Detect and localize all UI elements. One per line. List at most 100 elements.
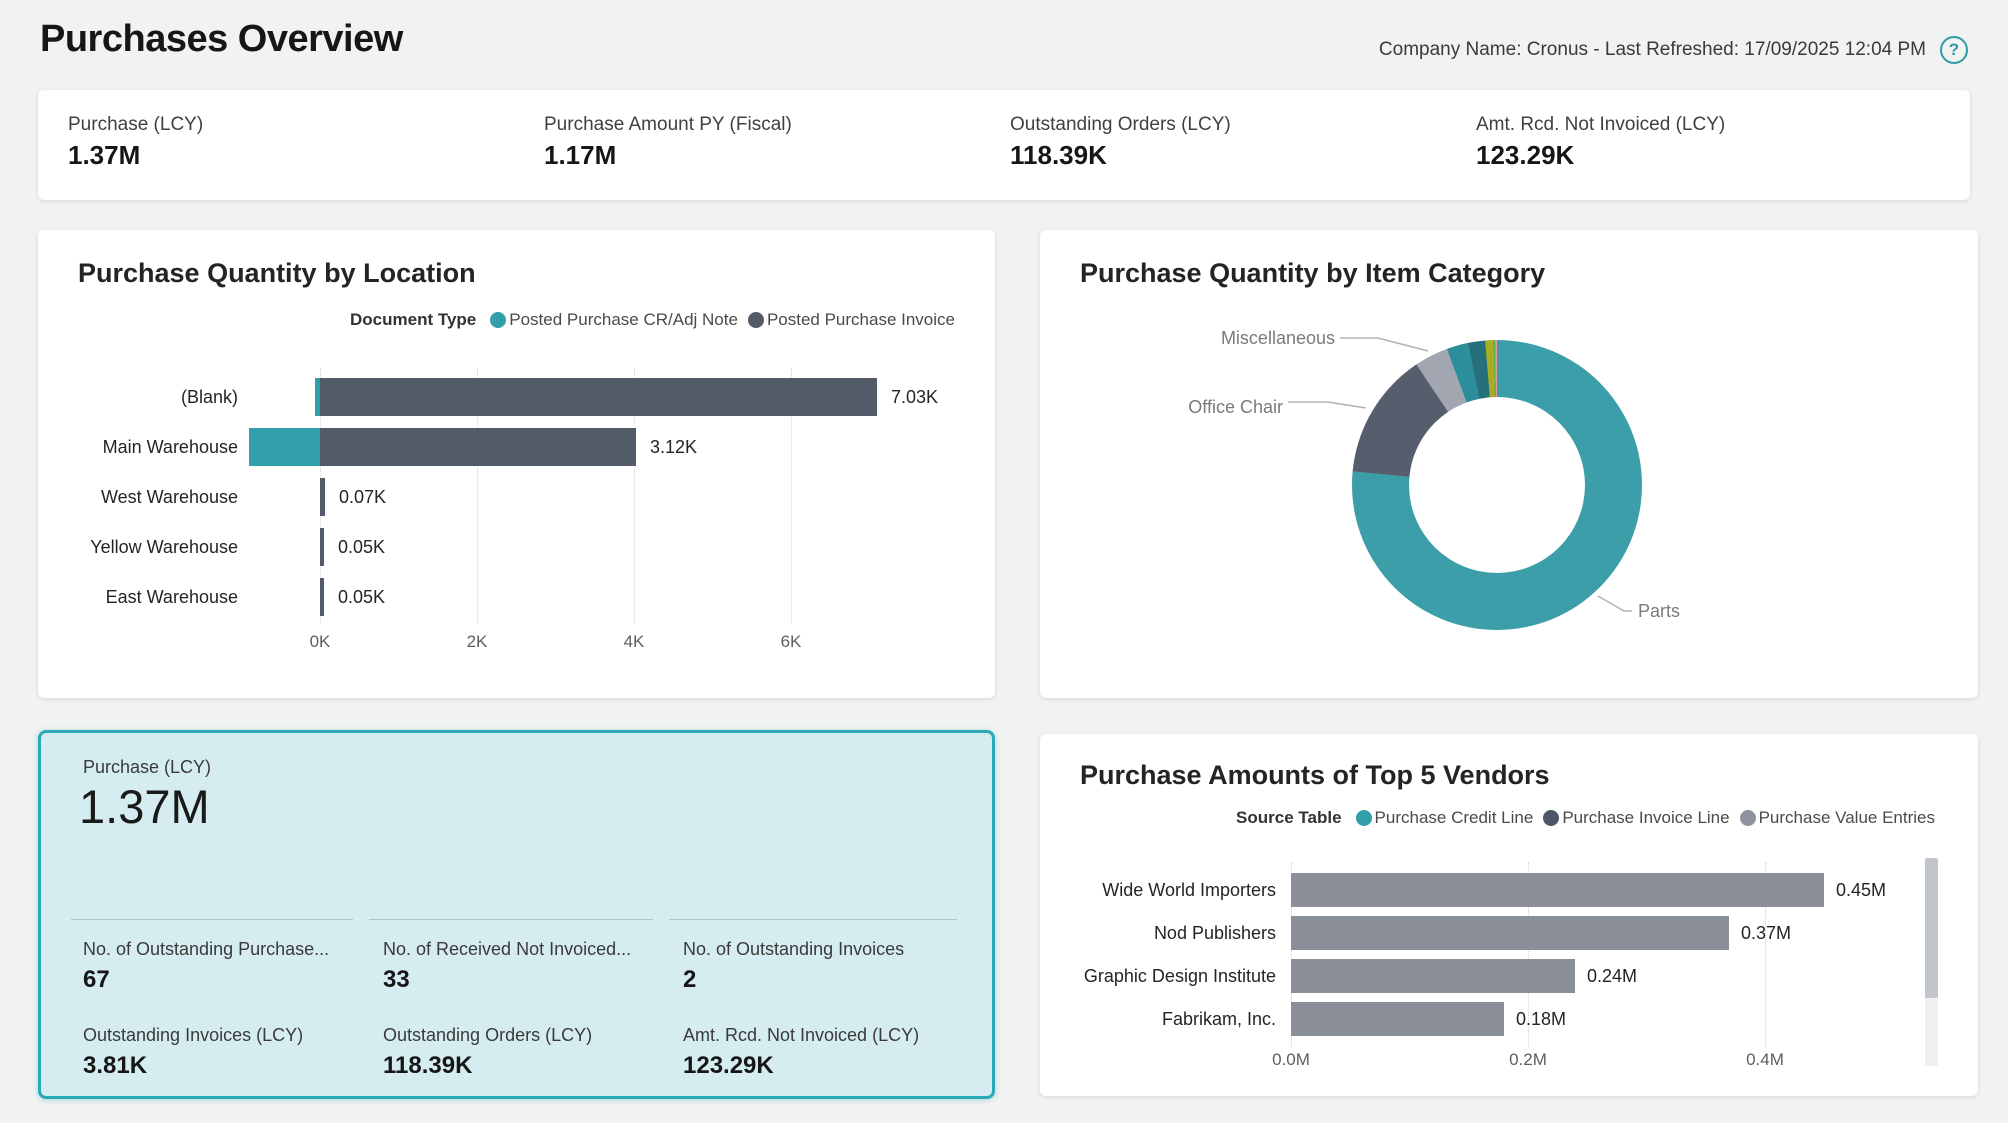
kpi-label: Purchase (LCY) (68, 114, 203, 136)
x-tick: 2K (437, 632, 517, 652)
kpi-label: Purchase Amount PY (Fiscal) (544, 114, 792, 136)
company-refresh-text: Company Name: Cronus - Last Refreshed: 1… (1379, 39, 1926, 61)
vendor-bar[interactable] (1291, 1002, 1504, 1036)
x-tick: 6K (751, 632, 831, 652)
bar-row-blank: (Blank) 7.03K (38, 378, 995, 416)
bar-value-label: 0.07K (339, 478, 386, 516)
x-tick: 0.2M (1488, 1050, 1568, 1070)
bar-row-graphic-design-institute: Graphic Design Institute 0.24M (1040, 959, 1978, 993)
divider (369, 919, 653, 920)
metric-amt-rcd-not-invoiced-lcy: Amt. Rcd. Not Invoiced (LCY) 123.29K (683, 1025, 963, 1080)
vendors-scrollbar-thumb[interactable] (1925, 858, 1938, 998)
bar-segment-invoice[interactable] (320, 528, 324, 566)
bar-row-nod-publishers: Nod Publishers 0.37M (1040, 916, 1978, 950)
location-chart-card: Purchase Quantity by Location Document T… (38, 230, 995, 698)
item-category-chart-card: Purchase Quantity by Item Category Misce… (1040, 230, 1978, 698)
bar-value-label: 0.45M (1836, 873, 1886, 907)
legend-item-cr-adj-note[interactable]: Posted Purchase CR/Adj Note (490, 310, 738, 330)
metric-outstanding-purchase-count: No. of Outstanding Purchase... 67 (83, 939, 363, 994)
bar-value-label: 0.18M (1516, 1002, 1566, 1036)
vendor-bar[interactable] (1291, 873, 1824, 907)
category-label: Main Warehouse (58, 428, 238, 466)
bar-row-west-warehouse: West Warehouse 0.07K (38, 478, 995, 516)
x-tick: 0K (280, 632, 360, 652)
page-title: Purchases Overview (40, 18, 403, 61)
legend-item-invoice[interactable]: Posted Purchase Invoice (748, 310, 955, 330)
bar-segment-invoice[interactable] (320, 428, 636, 466)
metric-outstanding-invoices-count: No. of Outstanding Invoices 2 (683, 939, 963, 994)
selected-card-value: 1.37M (79, 779, 210, 834)
vendors-legend: Source Table Purchase Credit Line Purcha… (1236, 808, 1935, 828)
divider (669, 919, 957, 920)
kpi-strip: Purchase (LCY) 1.37M Purchase Amount PY … (38, 90, 1970, 200)
bar-value-label: 7.03K (891, 378, 938, 416)
kpi-value: 123.29K (1476, 140, 1574, 171)
callout-office-chair: Office Chair (1103, 397, 1283, 418)
bar-value-label: 0.05K (338, 528, 385, 566)
location-legend: Document Type Posted Purchase CR/Adj Not… (350, 310, 955, 330)
vendor-label: Nod Publishers (1060, 916, 1276, 950)
kpi-value: 1.37M (68, 140, 140, 171)
x-tick: 0.0M (1251, 1050, 1331, 1070)
gray-dot-icon (1740, 810, 1756, 826)
kpi-label: Amt. Rcd. Not Invoiced (LCY) (1476, 114, 1725, 136)
kpi-value: 1.17M (544, 140, 616, 171)
legend-title: Document Type (350, 310, 476, 330)
bar-row-main-warehouse: Main Warehouse 3.12K (38, 428, 995, 466)
category-label: Yellow Warehouse (58, 528, 238, 566)
purchase-lcy-selected-card[interactable]: Purchase (LCY) 1.37M No. of Outstanding … (38, 730, 995, 1099)
category-label: East Warehouse (58, 578, 238, 616)
bar-segment-invoice[interactable] (320, 478, 325, 516)
legend-item-invoice-line[interactable]: Purchase Invoice Line (1543, 808, 1729, 828)
divider (71, 919, 353, 920)
bar-value-label: 0.37M (1741, 916, 1791, 950)
vendor-label: Fabrikam, Inc. (1060, 1002, 1276, 1036)
bar-value-label: 0.24M (1587, 959, 1637, 993)
kpi-label: Outstanding Orders (LCY) (1010, 114, 1231, 136)
category-label: (Blank) (58, 378, 238, 416)
vendor-bar[interactable] (1291, 916, 1729, 950)
purchases-overview-dashboard: Purchases Overview Company Name: Cronus … (0, 0, 2008, 1123)
category-label: West Warehouse (58, 478, 238, 516)
callout-parts: Parts (1638, 601, 1680, 622)
bar-value-label: 3.12K (650, 428, 697, 466)
teal-dot-icon (490, 312, 506, 328)
chart-title: Purchase Quantity by Item Category (1080, 258, 1545, 289)
metric-received-not-invoiced-count: No. of Received Not Invoiced... 33 (383, 939, 663, 994)
kpi-value: 118.39K (1010, 140, 1107, 171)
vendor-label: Graphic Design Institute (1060, 959, 1276, 993)
chart-title: Purchase Amounts of Top 5 Vendors (1080, 760, 1550, 791)
kpi-purchase-amount-py[interactable]: Purchase Amount PY (Fiscal) 1.17M (544, 90, 964, 200)
bar-row-east-warehouse: East Warehouse 0.05K (38, 578, 995, 616)
bar-row-fabrikam-inc: Fabrikam, Inc. 0.18M (1040, 1002, 1978, 1036)
bar-value-label: 0.05K (338, 578, 385, 616)
legend-item-credit-line[interactable]: Purchase Credit Line (1356, 808, 1534, 828)
vendors-scrollbar-track[interactable] (1925, 858, 1938, 1066)
vendor-label: Wide World Importers (1060, 873, 1276, 907)
legend-item-value-entries[interactable]: Purchase Value Entries (1740, 808, 1935, 828)
chart-title: Purchase Quantity by Location (78, 258, 476, 289)
metric-outstanding-invoices-lcy: Outstanding Invoices (LCY) 3.81K (83, 1025, 363, 1080)
bar-segment-cr-adj[interactable] (249, 428, 320, 466)
kpi-outstanding-orders[interactable]: Outstanding Orders (LCY) 118.39K (1010, 90, 1430, 200)
slate-dot-icon (748, 312, 764, 328)
bar-row-wide-world-importers: Wide World Importers 0.45M (1040, 873, 1978, 907)
x-tick: 4K (594, 632, 674, 652)
kpi-purchase-lcy[interactable]: Purchase (LCY) 1.37M (68, 90, 488, 200)
bar-segment-invoice[interactable] (320, 578, 324, 616)
help-icon[interactable]: ? (1940, 36, 1968, 64)
metric-outstanding-orders-lcy: Outstanding Orders (LCY) 118.39K (383, 1025, 663, 1080)
bar-row-yellow-warehouse: Yellow Warehouse 0.05K (38, 528, 995, 566)
header-right: Company Name: Cronus - Last Refreshed: 1… (1379, 36, 1968, 64)
bar-segment-invoice[interactable] (320, 378, 877, 416)
legend-title: Source Table (1236, 808, 1342, 828)
callout-miscellaneous: Miscellaneous (1135, 328, 1335, 349)
slate-dot-icon (1543, 810, 1559, 826)
kpi-amt-rcd-not-invoiced[interactable]: Amt. Rcd. Not Invoiced (LCY) 123.29K (1476, 90, 1896, 200)
x-tick: 0.4M (1725, 1050, 1805, 1070)
vendor-bar[interactable] (1291, 959, 1575, 993)
donut-chart[interactable] (1352, 340, 1642, 630)
teal-dot-icon (1356, 810, 1372, 826)
top-vendors-chart-card: Purchase Amounts of Top 5 Vendors Source… (1040, 734, 1978, 1096)
selected-card-label: Purchase (LCY) (83, 757, 211, 778)
